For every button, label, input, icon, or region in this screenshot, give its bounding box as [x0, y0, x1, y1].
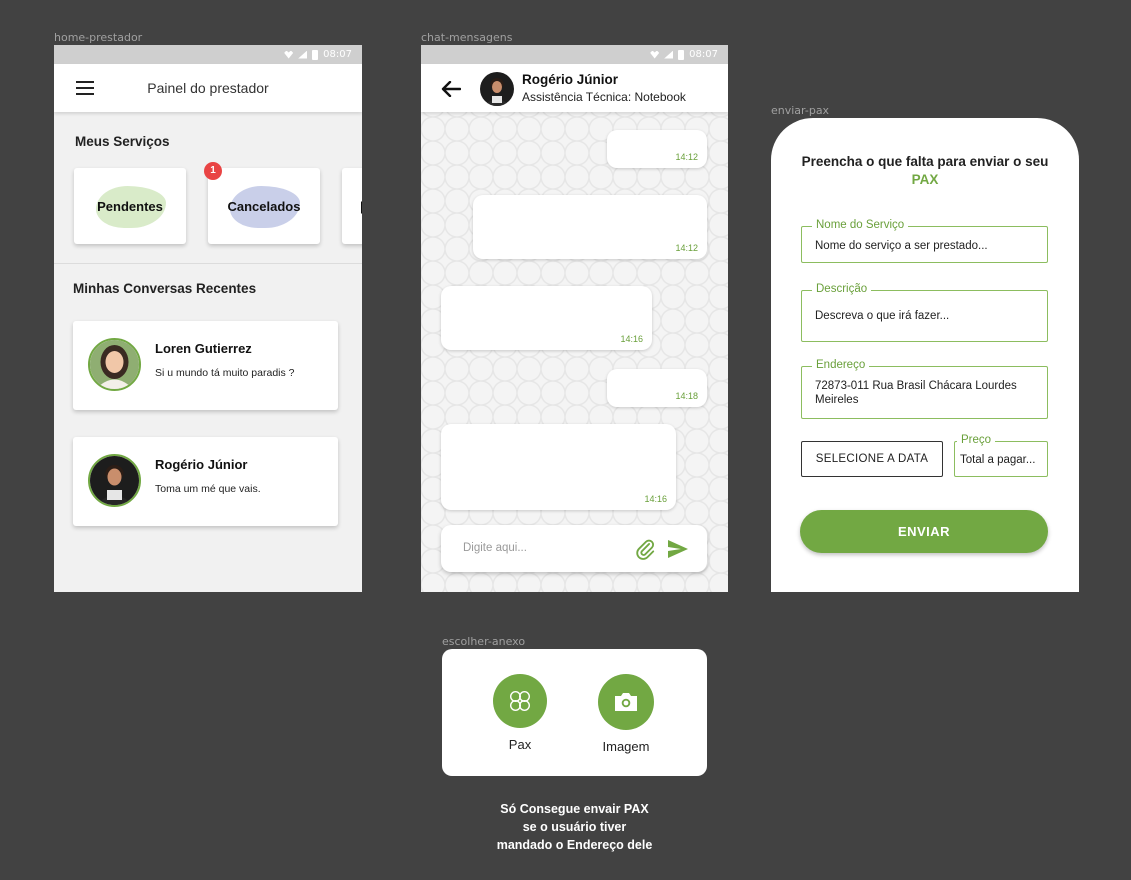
- page-title: Painel do prestador: [147, 80, 269, 96]
- pax-heading-text: Preencha o que falta para enviar o seu: [801, 154, 1049, 169]
- battery-icon: [312, 49, 319, 60]
- enviar-button[interactable]: ENVIAR: [800, 510, 1048, 553]
- back-arrow-icon[interactable]: [441, 81, 461, 97]
- message-bubble-sent: 14:18: [607, 369, 707, 407]
- message-input-placeholder: Digite aqui...: [463, 542, 527, 554]
- field-placeholder: Descreva o que irá fazer...: [815, 310, 950, 322]
- notification-badge: 1: [204, 162, 222, 180]
- frame-label-chat: chat-mensagens: [421, 31, 513, 44]
- frame-label-pax: enviar-pax: [771, 104, 830, 117]
- status-bar: 08:07: [54, 45, 362, 64]
- field-label: Endereço: [812, 359, 870, 371]
- pax-heading: Preencha o que falta para enviar o seu P…: [801, 153, 1049, 189]
- pax-heading-accent: PAX: [911, 172, 939, 187]
- field-label: Nome do Serviço: [812, 219, 909, 231]
- services-title: Meus Serviços: [75, 134, 170, 149]
- conversation-card[interactable]: Loren Gutierrez Si u mundo tá muito para…: [73, 321, 338, 410]
- frame-label-home: home-prestador: [54, 31, 143, 44]
- chat-header: Rogério Júnior Assistência Técnica: Note…: [421, 64, 728, 112]
- field-label: Descrição: [812, 283, 872, 295]
- message-time: 14:16: [644, 494, 667, 504]
- enviar-pax-screen: Preencha o que falta para enviar o seu P…: [771, 118, 1079, 592]
- escolher-anexo-sheet: Pax Imagem: [442, 649, 707, 776]
- price-field[interactable]: Preço Total a pagar...: [954, 434, 1048, 477]
- message-input[interactable]: Digite aqui...: [441, 525, 707, 572]
- divider: [54, 263, 362, 264]
- field-placeholder: Nome do serviço a ser prestado...: [815, 240, 988, 252]
- frame-label-anexo: escolher-anexo: [442, 635, 526, 648]
- camera-icon: [598, 674, 654, 730]
- field-placeholder: Total a pagar...: [960, 454, 1036, 466]
- avatar: [480, 72, 514, 106]
- attach-image-option[interactable]: Imagem: [591, 674, 661, 754]
- send-icon[interactable]: [667, 539, 689, 559]
- message-time: 14:12: [675, 243, 698, 253]
- status-bar: 08:07: [421, 45, 728, 64]
- service-card-pendentes[interactable]: Pendentes: [74, 168, 186, 244]
- signal-icon: [664, 50, 674, 59]
- field-label: Preço: [957, 434, 996, 446]
- option-label: Imagem: [602, 739, 650, 754]
- paperclip-icon[interactable]: [634, 538, 656, 560]
- note-line: Só Consegue envair PAX: [500, 802, 649, 816]
- message-bubble-received: 14:16: [441, 424, 676, 510]
- design-note: Só Consegue envair PAX se o usuário tive…: [442, 800, 707, 854]
- battery-icon: [678, 49, 685, 60]
- address-field[interactable]: Endereço 72873-011 Rua Brasil Chácara Lo…: [801, 359, 1048, 419]
- last-message: Toma um mé que vais.: [155, 483, 261, 495]
- home-prestador-screen: 08:07 Painel do prestador Meus Serviços …: [54, 45, 362, 592]
- message-bubble-sent: 14:12: [473, 195, 707, 259]
- note-line: mandado o Endereço dele: [496, 838, 653, 852]
- wifi-icon: [284, 50, 294, 59]
- conversation-card[interactable]: Rogério Júnior Toma um mé que vais.: [73, 437, 338, 526]
- app-bar: Painel do prestador: [54, 64, 362, 112]
- contact-subtitle: Assistência Técnica: Notebook: [522, 90, 686, 104]
- signal-icon: [298, 50, 308, 59]
- status-time: 08:07: [689, 49, 718, 60]
- avatar: [88, 338, 141, 391]
- message-bubble-received: 14:16: [441, 286, 652, 350]
- service-card-label: Pendentes: [97, 198, 163, 214]
- attach-pax-option[interactable]: Pax: [485, 674, 555, 752]
- message-bubble-sent: 14:12: [607, 130, 707, 168]
- note-line: se o usuário tiver: [522, 820, 627, 834]
- message-time: 14:16: [620, 334, 643, 344]
- message-time: 14:12: [675, 152, 698, 162]
- description-field[interactable]: Descrição Descreva o que irá fazer...: [801, 283, 1048, 342]
- message-time: 14:18: [675, 391, 698, 401]
- contact-name: Loren Gutierrez: [155, 341, 252, 356]
- wifi-icon: [650, 50, 660, 59]
- select-date-button[interactable]: SELECIONE A DATA: [801, 441, 943, 477]
- service-name-field[interactable]: Nome do Serviço Nome do serviço a ser pr…: [801, 219, 1048, 263]
- status-time: 08:07: [323, 49, 352, 60]
- service-card-cancelados[interactable]: Cancelados: [208, 168, 320, 244]
- option-label: Pax: [508, 737, 532, 752]
- contact-name: Rogério Júnior: [155, 457, 248, 472]
- service-card-label: Cancelados: [227, 198, 301, 214]
- service-card-partial[interactable]: |: [342, 168, 362, 244]
- clover-icon: [493, 674, 547, 728]
- chat-mensagens-screen: 08:07 Rogério Júnior Assistência Técnica…: [421, 45, 728, 592]
- contact-name: Rogério Júnior: [522, 72, 619, 87]
- conversations-title: Minhas Conversas Recentes: [73, 281, 257, 296]
- service-card-label: |: [360, 198, 362, 214]
- avatar: [88, 454, 141, 507]
- field-value: 72873-011 Rua Brasil Chácara Lourdes Mei…: [815, 380, 1017, 406]
- last-message: Si u mundo tá muito paradis ?: [155, 367, 295, 379]
